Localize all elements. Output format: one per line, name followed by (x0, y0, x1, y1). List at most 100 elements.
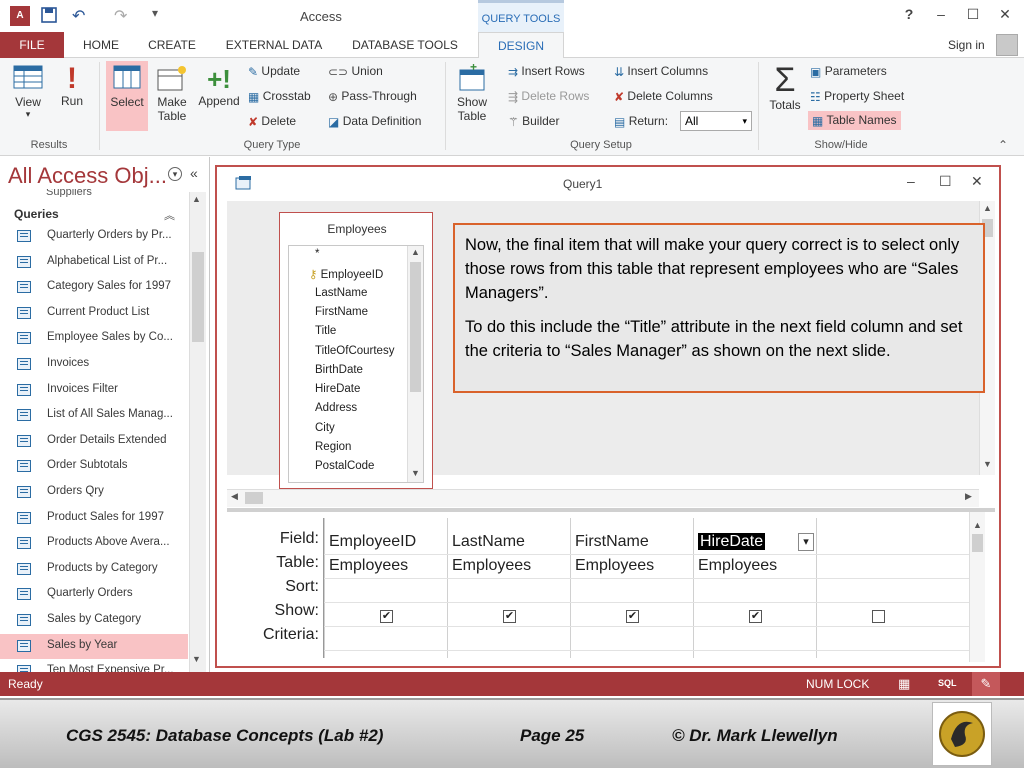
field-item[interactable]: ⚷ EmployeeID (309, 267, 383, 281)
nav-scrollbar[interactable]: ▲ ▼ (189, 192, 206, 672)
tab-create[interactable]: CREATE (140, 32, 204, 58)
nav-query-item[interactable]: Order Subtotals (0, 454, 188, 479)
sql-view-button[interactable]: SQL (938, 678, 957, 688)
scroll-down-icon[interactable]: ▼ (192, 654, 201, 664)
query-minimize-button[interactable]: – (907, 173, 915, 189)
field-item[interactable]: LastName (315, 287, 367, 299)
crosstab-button[interactable]: ▦ Crosstab (248, 89, 311, 104)
nav-query-item[interactable]: Product Sales for 1997 (0, 506, 188, 531)
collapse-ribbon-icon[interactable]: ⌃ (998, 138, 1008, 152)
data-definition-button[interactable]: ◪ Data Definition (328, 114, 421, 129)
nav-query-item[interactable]: Orders Qry (0, 480, 188, 505)
nav-query-item[interactable]: Invoices (0, 352, 188, 377)
pass-through-button[interactable]: ⊕ Pass-Through (328, 89, 417, 104)
section-collapse-icon[interactable]: ︽ (164, 207, 175, 223)
property-sheet-button[interactable]: ☷ Property Sheet (810, 89, 904, 104)
sign-in-link[interactable]: Sign in (948, 38, 985, 52)
nav-query-item[interactable]: Ten Most Expensive Pr... (0, 659, 188, 672)
show-checkbox[interactable] (872, 610, 885, 623)
access-app-icon[interactable]: A (10, 6, 30, 26)
nav-query-item[interactable]: Current Product List (0, 301, 188, 326)
delete-query-button[interactable]: ✘ Delete (248, 114, 296, 129)
show-checkbox[interactable]: ✔ (380, 610, 393, 623)
union-button[interactable]: ⊂⊃ Union (328, 64, 383, 79)
scroll-up-icon[interactable]: ▲ (192, 194, 201, 204)
grid-field-cell[interactable]: FirstName (571, 530, 693, 554)
save-icon[interactable] (40, 6, 60, 26)
field-item[interactable]: City (315, 422, 335, 434)
grid-criteria-cell[interactable] (694, 626, 816, 650)
scroll-thumb[interactable] (410, 262, 421, 392)
customize-qat-icon[interactable]: ▾ (152, 6, 172, 26)
grid-field-cell[interactable]: LastName (448, 530, 570, 554)
scroll-right-icon[interactable]: ▶ (965, 491, 972, 502)
tab-file[interactable]: FILE (0, 32, 64, 58)
scroll-down-icon[interactable]: ▼ (983, 459, 992, 469)
redo-icon[interactable]: ↷ (114, 6, 134, 26)
insert-rows-button[interactable]: ⇉ Insert Rows (508, 64, 585, 79)
field-list-scrollbar[interactable]: ▲ ▼ (407, 246, 423, 482)
field-item[interactable]: HireDate (315, 383, 360, 395)
tab-external-data[interactable]: EXTERNAL DATA (218, 32, 330, 58)
scroll-up-icon[interactable]: ▲ (983, 203, 992, 213)
nav-query-item[interactable]: Sales by Year (0, 633, 188, 659)
parameters-button[interactable]: ▣ Parameters (810, 64, 887, 79)
builder-button[interactable]: ⚚ Builder (508, 114, 559, 129)
nav-query-item[interactable]: Order Details Extended (0, 429, 188, 454)
minimize-button[interactable]: – (930, 6, 952, 22)
show-checkbox[interactable]: ✔ (749, 610, 762, 623)
nav-query-item[interactable]: Quarterly Orders (0, 582, 188, 607)
scroll-up-icon[interactable]: ▲ (411, 247, 420, 257)
scroll-thumb[interactable] (245, 492, 263, 504)
update-button[interactable]: ✎ Update (248, 64, 300, 79)
append-button[interactable]: +! Append (194, 64, 244, 108)
employees-table-box[interactable]: Employees * ⚷ EmployeeID LastName FirstName… (279, 212, 433, 489)
nav-query-item[interactable]: Alphabetical List of Pr... (0, 250, 188, 275)
table-pane-hscroll[interactable]: ◀ ▶ (227, 489, 979, 507)
datasheet-view-icon[interactable]: ▦ (898, 676, 910, 692)
query-close-button[interactable]: ✕ (971, 173, 983, 190)
grid-sort-cell[interactable] (325, 578, 447, 602)
nav-query-item[interactable]: Quarterly Orders by Pr... (0, 224, 188, 249)
nav-query-item[interactable]: Products Above Avera... (0, 531, 188, 556)
grid-field-cell[interactable]: EmployeeID (325, 530, 447, 554)
view-button[interactable]: View ▾ (6, 64, 50, 120)
field-item[interactable]: TitleOfCourtesy (315, 345, 394, 357)
grid-table-cell[interactable] (817, 554, 939, 578)
run-button[interactable]: ! Run (56, 64, 88, 109)
grid-sort-cell[interactable] (571, 578, 693, 602)
field-item[interactable]: Title (315, 325, 336, 337)
grid-sort-cell[interactable] (817, 578, 939, 602)
nav-query-item[interactable]: Invoices Filter (0, 378, 188, 403)
return-select[interactable]: All ▾ (680, 111, 752, 131)
field-item[interactable]: Region (315, 441, 351, 453)
nav-query-item[interactable]: List of All Sales Manag... (0, 403, 188, 428)
scroll-thumb[interactable] (972, 534, 983, 552)
tab-database-tools[interactable]: DATABASE TOOLS (344, 32, 466, 58)
show-checkbox[interactable]: ✔ (626, 610, 639, 623)
show-checkbox[interactable]: ✔ (503, 610, 516, 623)
nav-query-item[interactable]: Sales by Category (0, 608, 188, 633)
nav-partial-item[interactable]: Suppliers (46, 189, 92, 197)
field-item[interactable]: FirstName (315, 306, 368, 318)
grid-sort-cell[interactable] (448, 578, 570, 602)
table-names-button[interactable]: ▦ Table Names (808, 111, 901, 130)
grid-sort-cell[interactable] (694, 578, 816, 602)
nav-query-item[interactable]: Employee Sales by Co... (0, 326, 188, 351)
nav-pane-title[interactable]: All Access Obj... (8, 163, 167, 189)
nav-scroll-thumb[interactable] (192, 252, 204, 342)
grid-field-cell[interactable] (817, 530, 939, 554)
nav-menu-chevron-icon[interactable]: ▾ (168, 167, 182, 181)
grid-criteria-cell[interactable] (571, 626, 693, 650)
select-query-button[interactable]: Select (106, 61, 148, 131)
grid-criteria-cell[interactable] (817, 626, 939, 650)
scroll-up-icon[interactable]: ▲ (973, 520, 982, 530)
design-view-icon[interactable]: ✎ (972, 672, 1000, 696)
maximize-button[interactable]: ☐ (962, 6, 984, 23)
show-table-button[interactable]: + Show Table (452, 60, 492, 123)
nav-query-item[interactable]: Products by Category (0, 557, 188, 582)
grid-vscroll[interactable]: ▲ (969, 512, 985, 662)
field-item[interactable]: BirthDate (315, 364, 363, 376)
help-button[interactable]: ? (898, 6, 920, 22)
scroll-left-icon[interactable]: ◀ (231, 491, 238, 502)
